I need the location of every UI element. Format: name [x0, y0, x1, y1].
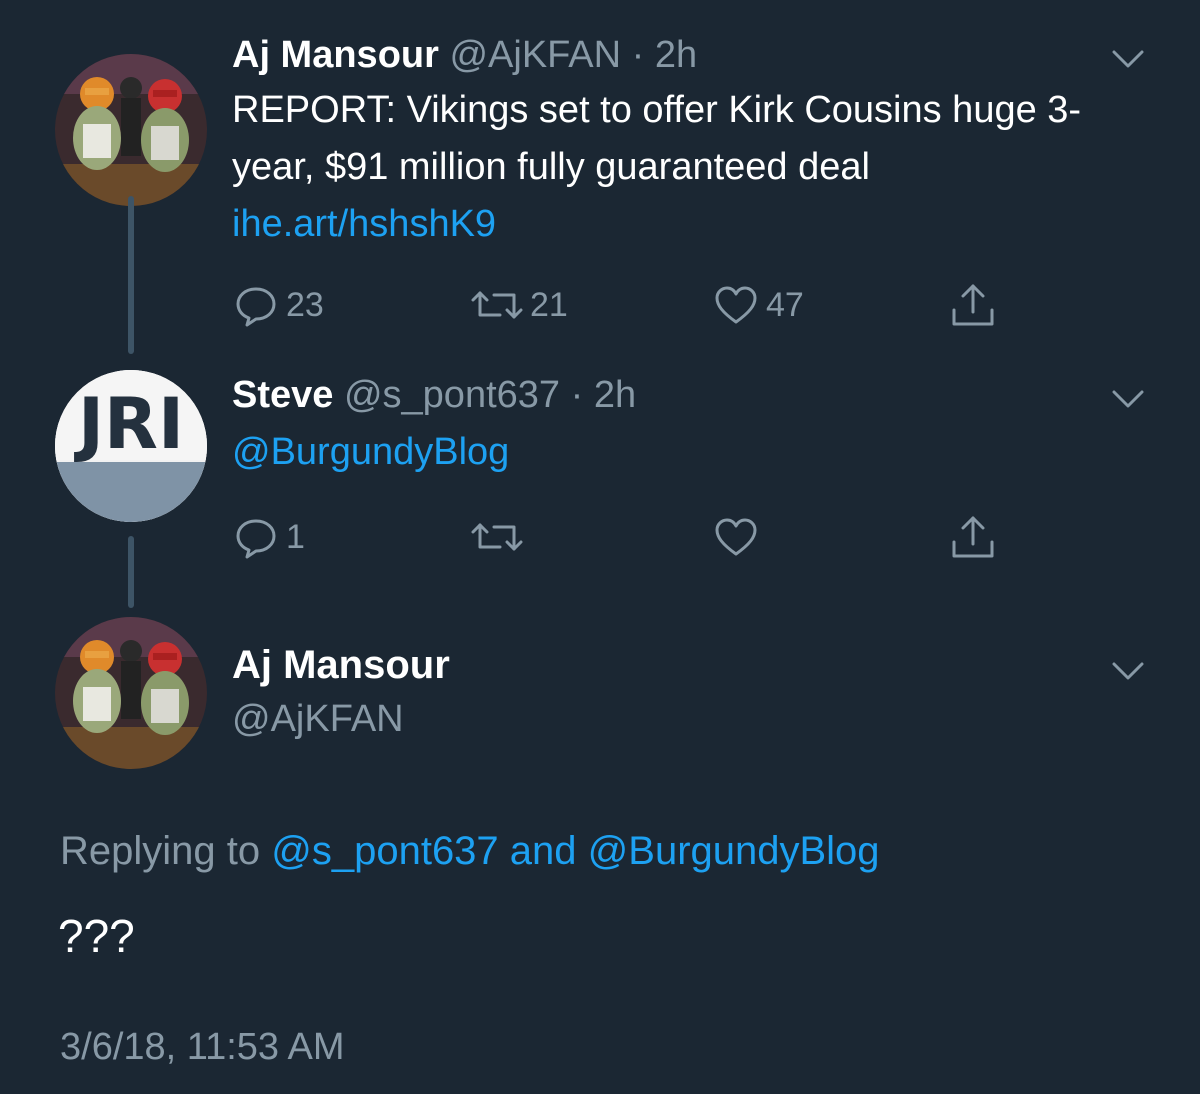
- replying-prefix: Replying to: [60, 829, 272, 873]
- avatar-lettering: JRI: [74, 383, 184, 465]
- tweet-time[interactable]: 2h: [655, 34, 697, 76]
- tweet-header: Aj Mansour @AjKFAN · 2h: [232, 32, 697, 78]
- reply-icon: [236, 519, 276, 559]
- tweet-header: Steve @s_pont637 · 2h: [232, 372, 636, 418]
- tweet-text-content: REPORT: Vikings set to offer Kirk Cousin…: [232, 89, 1082, 188]
- reply-button[interactable]: 23: [232, 280, 324, 330]
- like-button[interactable]: 47: [712, 280, 804, 330]
- mention-link[interactable]: @BurgundyBlog: [232, 431, 509, 473]
- separator-dot: ·: [570, 374, 584, 416]
- retweet-button[interactable]: 21: [470, 280, 568, 330]
- share-icon: [952, 516, 994, 558]
- user-handle[interactable]: @s_pont637: [344, 374, 560, 416]
- avatar[interactable]: JRI: [55, 370, 207, 522]
- chevron-down-icon[interactable]: [1110, 48, 1146, 72]
- replying-to: Replying to @s_pont637 and @BurgundyBlog: [60, 826, 880, 876]
- like-count: 47: [766, 285, 804, 324]
- share-button[interactable]: [948, 512, 998, 562]
- tweet-text: @BurgundyBlog: [232, 424, 1112, 481]
- like-icon: [715, 286, 757, 324]
- avatar-image: JRI: [55, 370, 207, 522]
- reply-count: 23: [286, 285, 324, 324]
- tweet-text: REPORT: Vikings set to offer Kirk Cousin…: [232, 82, 1112, 253]
- tweet-link[interactable]: ihe.art/hshshK9: [232, 203, 496, 245]
- user-handle[interactable]: @AjKFAN: [449, 34, 621, 76]
- like-button[interactable]: [712, 512, 760, 562]
- avatar-image: [55, 54, 207, 206]
- share-icon: [952, 284, 994, 326]
- retweet-button[interactable]: [470, 512, 524, 562]
- thread-line: [128, 536, 134, 608]
- separator-dot: ·: [631, 34, 645, 76]
- retweet-icon: [471, 291, 523, 319]
- thread-line: [128, 196, 134, 354]
- tweet-timestamp[interactable]: 3/6/18, 11:53 AM: [60, 1022, 345, 1072]
- avatar[interactable]: [55, 54, 207, 206]
- reply-and: and: [498, 829, 588, 873]
- avatar[interactable]: [55, 617, 207, 769]
- retweet-icon: [471, 523, 523, 551]
- share-button[interactable]: [948, 280, 998, 330]
- retweet-count: 21: [530, 285, 568, 324]
- like-icon: [715, 518, 757, 556]
- reply-user-link[interactable]: @BurgundyBlog: [588, 829, 880, 873]
- avatar-image: [55, 617, 207, 769]
- chevron-down-icon[interactable]: [1110, 660, 1146, 684]
- reply-icon: [236, 287, 276, 327]
- display-name[interactable]: Aj Mansour: [232, 640, 450, 690]
- display-name[interactable]: Aj Mansour: [232, 34, 439, 76]
- reply-user-link[interactable]: @s_pont637: [271, 829, 498, 873]
- display-name[interactable]: Steve: [232, 374, 333, 416]
- tweet-time[interactable]: 2h: [594, 374, 636, 416]
- chevron-down-icon[interactable]: [1110, 388, 1146, 412]
- tweet-text: ???: [58, 910, 135, 962]
- reply-button[interactable]: 1: [232, 512, 305, 562]
- reply-count: 1: [286, 517, 305, 556]
- user-handle[interactable]: @AjKFAN: [232, 694, 404, 744]
